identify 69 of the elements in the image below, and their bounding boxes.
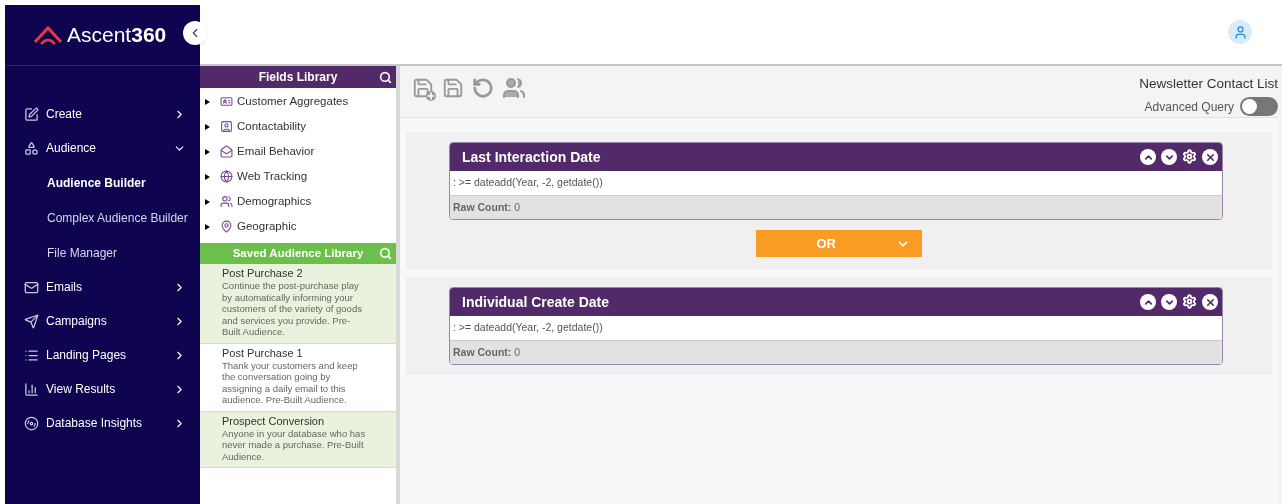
mail-icon [24,279,39,295]
expand-arrow-icon[interactable] [205,148,210,155]
shapes-icon [24,140,39,156]
tree-item[interactable]: Demographics [205,189,396,214]
audience-description: Thank your customers and keep the conversation going by assigning a daily email to this audience. Pre-Built Audience. [222,359,359,406]
audience-card[interactable]: Post Purchase 2 Continue the post-purchase play by automatically informing your customers of the variety of goods and services you provide. Pre-Built Audience. [200,264,396,344]
raw-count: Raw Count: 0 [450,341,1222,364]
send-icon [24,313,39,329]
panel-title: Fields Library [258,69,338,86]
audience-title: Post Purchase 2 [222,267,304,280]
advanced-query-toggle[interactable] [1240,97,1278,117]
raw-count: Raw Count: 0 [450,196,1222,219]
tree-item[interactable]: Geographic [205,214,396,239]
nav-subitem[interactable]: Complex Audience Builder [5,200,200,235]
close-icon[interactable] [1202,294,1218,310]
expand-arrow-icon[interactable] [205,223,210,230]
people-icon[interactable] [502,76,526,100]
move-up-icon[interactable] [1140,294,1156,310]
search-icon[interactable] [379,70,392,84]
move-down-icon[interactable] [1161,294,1177,310]
nav-item[interactable]: Emails [5,270,200,304]
nav-subitem[interactable]: File Manager [5,235,200,270]
list-name: Newsletter Contact List [1139,75,1278,93]
toggle-label: Advanced Query [1144,98,1234,116]
settings-icon[interactable] [1182,149,1197,164]
nav-item[interactable]: Campaigns [5,304,200,338]
disc-icon [24,415,39,431]
expand-arrow-icon[interactable] [205,123,210,130]
move-down-icon[interactable] [1161,149,1177,165]
map-pin-icon [220,220,233,233]
condition-title: Individual Create Date [462,292,611,312]
move-up-icon[interactable] [1140,149,1156,165]
tree-item[interactable]: Email Behavior [205,139,396,164]
tree-item[interactable]: Customer Aggregates [205,89,396,114]
nav-subitem[interactable]: Audience Builder [5,165,200,200]
bar-chart-icon [24,381,39,397]
collapse-button[interactable] [183,21,207,45]
people-icon [220,195,233,208]
expand-arrow-icon[interactable] [205,173,210,180]
tree-item[interactable]: Web Tracking [205,164,396,189]
audience-title: Post Purchase 1 [222,346,304,360]
nav-item[interactable]: Create [5,97,200,131]
user-avatar[interactable] [1228,20,1252,44]
audience-card[interactable]: Prospect Conversion Anyone in your database who has never made a purchase. Pre-Built Audience. [200,411,396,468]
expand-arrow-icon[interactable] [205,98,210,105]
list-icon [24,347,39,363]
envelope-icon [220,145,233,158]
audience-title: Prospect Conversion [222,414,326,428]
edit-icon [24,106,39,122]
id-card-icon [220,95,233,108]
nav-item[interactable]: Audience [5,131,200,165]
audience-description: Anyone in your database who has never made a purchase. Pre-Built Audience. [222,427,366,462]
expand-arrow-icon[interactable] [205,198,210,205]
nav-item[interactable]: Database Insights [5,406,200,440]
audience-description: Continue the post-purchase play by automatically informing your customers of the variety of goods and services you provide. Pre-Built Audience. [222,280,363,338]
nav-item[interactable]: View Results [5,372,200,406]
logo-text: Ascent360 [67,22,167,49]
contact-card-icon [220,120,233,133]
panel-title: Saved Audience Library [232,245,364,261]
save-icon[interactable] [442,77,464,99]
close-icon[interactable] [1202,149,1218,165]
nav-item[interactable]: Landing Pages [5,338,200,372]
undo-icon[interactable] [472,77,494,99]
logo-icon [33,24,63,46]
save-as-icon[interactable] [412,77,434,99]
tree-item[interactable]: Contactability [205,114,396,139]
globe-icon [220,170,233,183]
settings-icon[interactable] [1182,294,1197,309]
condition-title: Last Interaction Date [462,147,602,167]
